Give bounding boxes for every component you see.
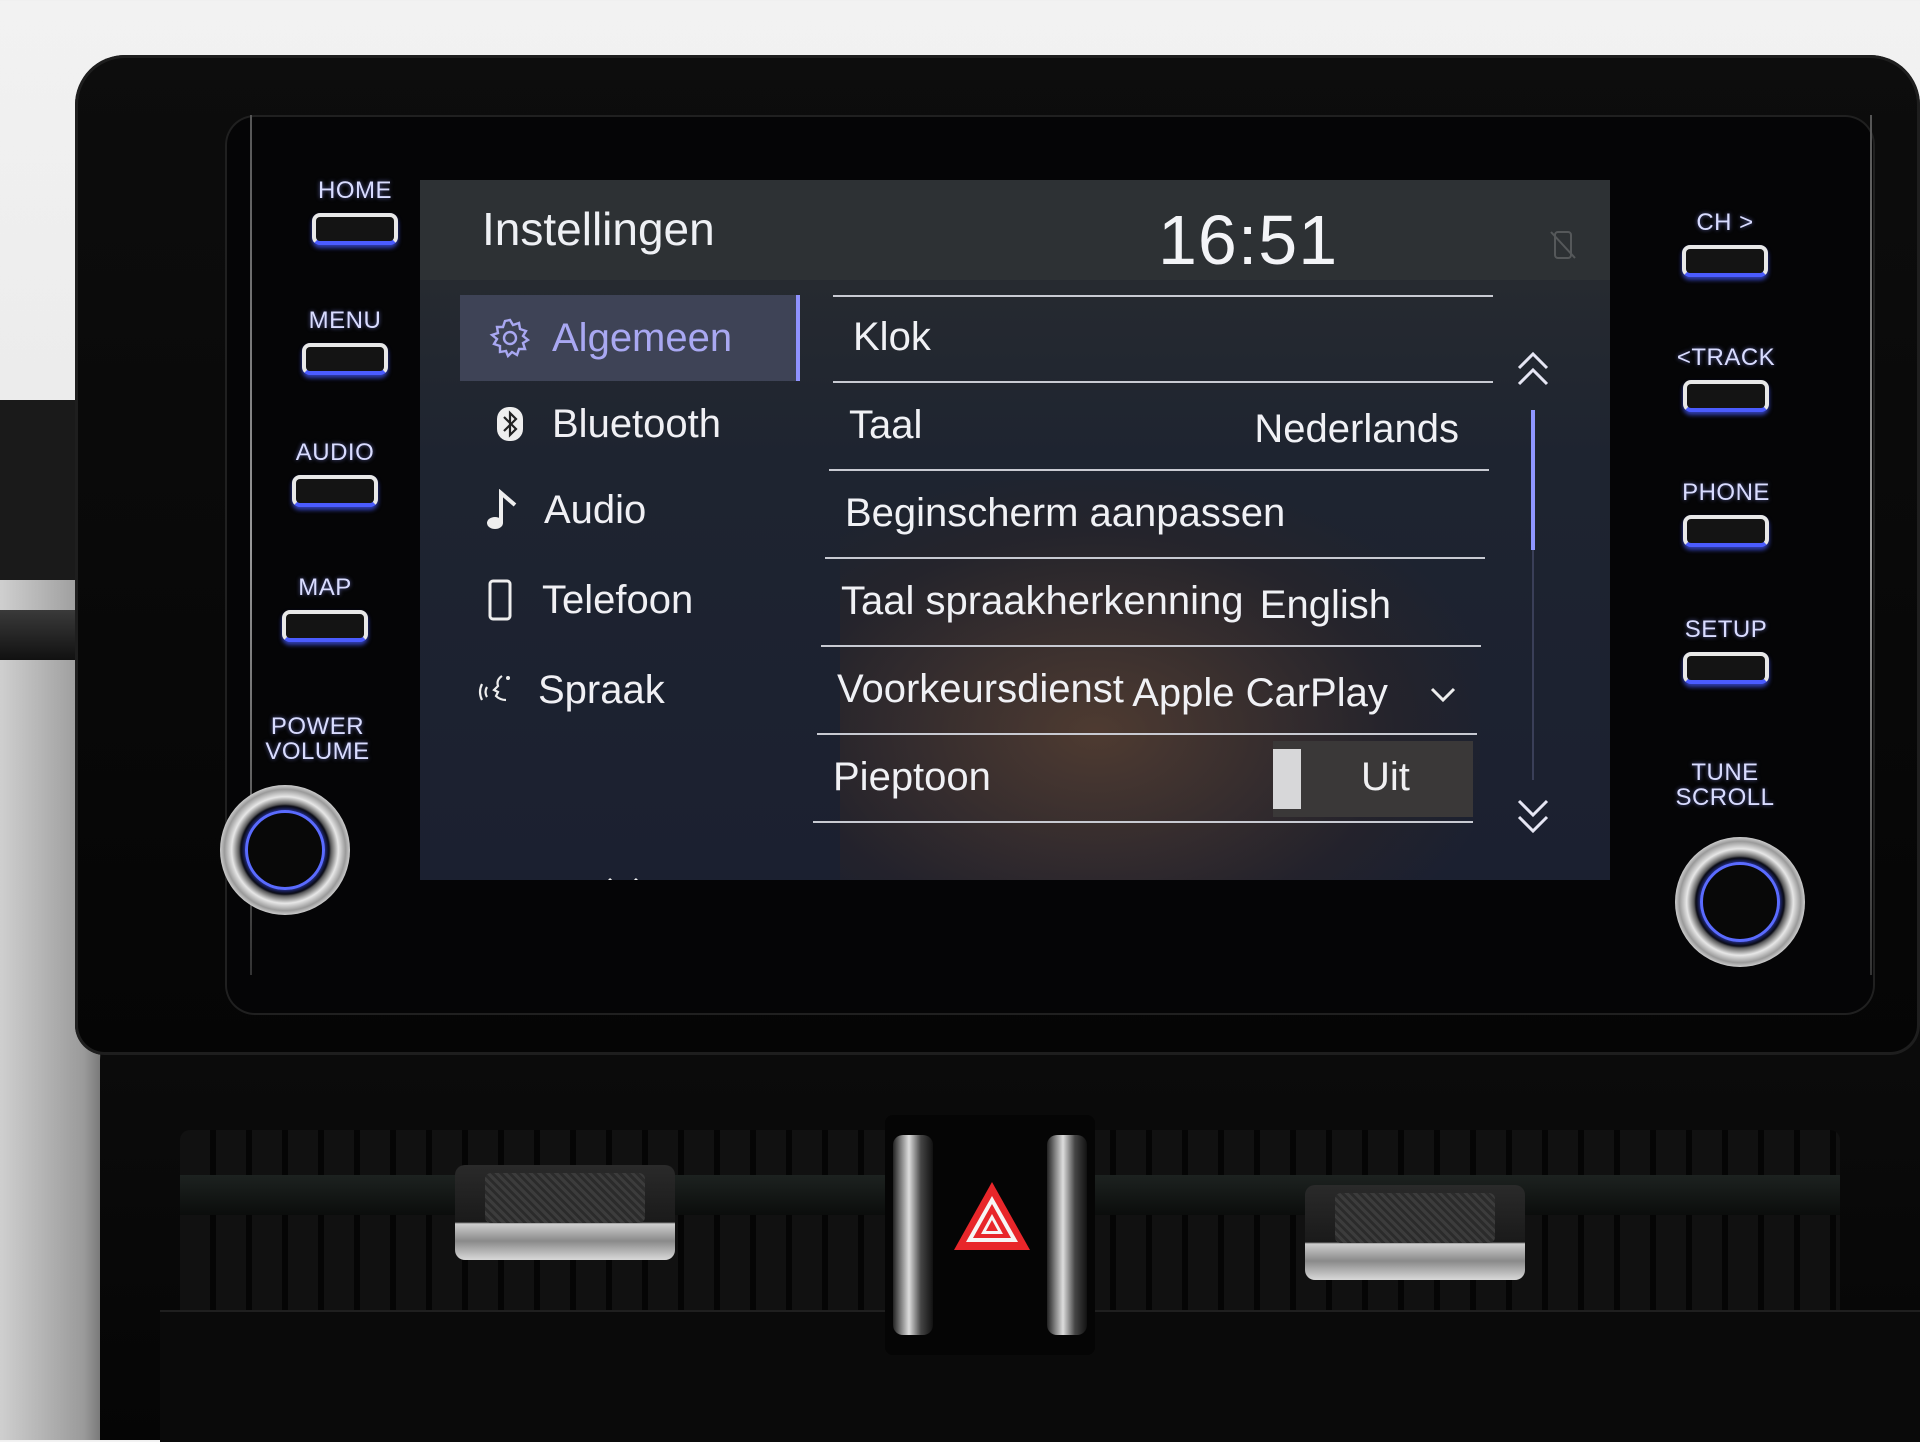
setting-row-pieptoon[interactable]: Pieptoon Uit bbox=[803, 735, 1473, 823]
chevron-down-icon bbox=[1430, 688, 1456, 703]
setting-label: Klok bbox=[853, 315, 931, 359]
beep-toggle[interactable]: Uit bbox=[1273, 741, 1473, 817]
vent-adjust-tab-left[interactable] bbox=[455, 1165, 675, 1260]
gear-icon bbox=[480, 316, 540, 360]
phone-icon bbox=[470, 579, 530, 621]
setup-label: SETUP bbox=[1684, 616, 1768, 643]
setting-label: Taal bbox=[849, 403, 923, 447]
setting-value: Apple CarPlay bbox=[1132, 671, 1388, 715]
page-title: Instellingen bbox=[482, 203, 715, 255]
setting-value: English bbox=[1259, 583, 1391, 627]
track-label: <TRACK bbox=[1676, 344, 1776, 371]
divider bbox=[833, 295, 1493, 297]
setting-label: Beginscherm aanpassen bbox=[845, 491, 1286, 535]
sidebar-item-audio[interactable]: Audio bbox=[452, 467, 792, 553]
ch-label: CH > bbox=[1696, 209, 1754, 236]
setting-row-beginscherm[interactable]: Beginscherm aanpassen bbox=[815, 471, 1485, 559]
sidebar-item-bluetooth[interactable]: Bluetooth bbox=[460, 381, 800, 467]
toggle-indicator bbox=[1273, 749, 1301, 809]
status-bar: Instellingen 16:51 bbox=[420, 180, 1610, 280]
map-button[interactable]: MAP bbox=[270, 575, 380, 642]
hazard-triangle-icon bbox=[954, 1182, 1030, 1250]
phone-label: PHONE bbox=[1682, 479, 1770, 506]
touchscreen: Instellingen 16:51 Algemeen Bluetooth Au… bbox=[420, 180, 1610, 880]
map-label: MAP bbox=[298, 574, 352, 601]
sidebar-item-label: Bluetooth bbox=[552, 401, 722, 446]
sidebar-item-spraak[interactable]: Spraak bbox=[446, 647, 786, 733]
setting-label: Voorkeursdienst bbox=[837, 667, 1124, 711]
sidebar-item-label: Algemeen bbox=[552, 315, 733, 360]
power-volume-knob[interactable] bbox=[220, 785, 350, 915]
home-label: HOME bbox=[318, 177, 392, 204]
dropdown-preferred-service[interactable]: Apple CarPlay bbox=[1132, 671, 1457, 716]
sidebar-item-label: Audio bbox=[544, 487, 647, 532]
setting-row-taal[interactable]: Taal Nederlands bbox=[819, 383, 1489, 471]
setting-value: Nederlands bbox=[1254, 407, 1459, 451]
setting-row-klok[interactable]: Klok bbox=[823, 295, 1493, 383]
scroll-down-icon[interactable] bbox=[1515, 795, 1551, 835]
no-phone-icon bbox=[1550, 231, 1576, 259]
sidebar-item-label: Telefoon bbox=[542, 577, 694, 622]
voice-icon bbox=[466, 670, 526, 710]
clock: 16:51 bbox=[1158, 201, 1339, 279]
divider bbox=[813, 821, 1473, 823]
setting-label: Pieptoon bbox=[833, 755, 991, 799]
home-button[interactable]: HOME bbox=[300, 178, 410, 245]
sidebar-item-telefoon[interactable]: Telefoon bbox=[450, 557, 790, 643]
scrollbar-thumb[interactable] bbox=[1531, 410, 1535, 550]
chevron-down-icon[interactable] bbox=[605, 875, 641, 880]
setup-button[interactable]: SETUP bbox=[1670, 617, 1782, 684]
audio-label: AUDIO bbox=[295, 439, 375, 466]
vent-adjust-tab-right[interactable] bbox=[1305, 1185, 1525, 1280]
bluetooth-icon bbox=[480, 406, 540, 442]
setting-row-voorkeursdienst[interactable]: Voorkeursdienst Apple CarPlay bbox=[807, 647, 1477, 735]
menu-label: MENU bbox=[308, 307, 382, 334]
scroll-up-icon[interactable] bbox=[1515, 350, 1551, 390]
phone-button[interactable]: PHONE bbox=[1670, 480, 1782, 547]
tune-scroll-knob[interactable] bbox=[1675, 837, 1805, 967]
bezel-edge-right bbox=[1870, 115, 1872, 975]
power-volume-label: POWER VOLUME bbox=[265, 713, 370, 765]
music-note-icon bbox=[472, 489, 532, 531]
channel-next-button[interactable]: CH > bbox=[1670, 210, 1780, 277]
sidebar-item-label: Spraak bbox=[538, 667, 665, 712]
settings-sidebar: Algemeen Bluetooth Audio Telefoon Spraak bbox=[460, 295, 800, 880]
sidebar-item-algemeen[interactable]: Algemeen bbox=[460, 295, 800, 381]
audio-button[interactable]: AUDIO bbox=[280, 440, 390, 507]
hazard-button[interactable] bbox=[885, 1115, 1095, 1355]
menu-button[interactable]: MENU bbox=[290, 308, 400, 375]
setting-row-taal-spraakherkenning[interactable]: Taal spraakherkenning English bbox=[811, 559, 1481, 647]
toggle-state-label: Uit bbox=[1361, 755, 1410, 799]
tune-scroll-label: TUNE SCROLL bbox=[1675, 759, 1775, 811]
settings-list: Klok Taal Nederlands Beginscherm aanpass… bbox=[805, 295, 1495, 880]
setting-label: Taal spraakherkenning bbox=[841, 579, 1244, 623]
track-prev-button[interactable]: <TRACK bbox=[1670, 345, 1782, 412]
